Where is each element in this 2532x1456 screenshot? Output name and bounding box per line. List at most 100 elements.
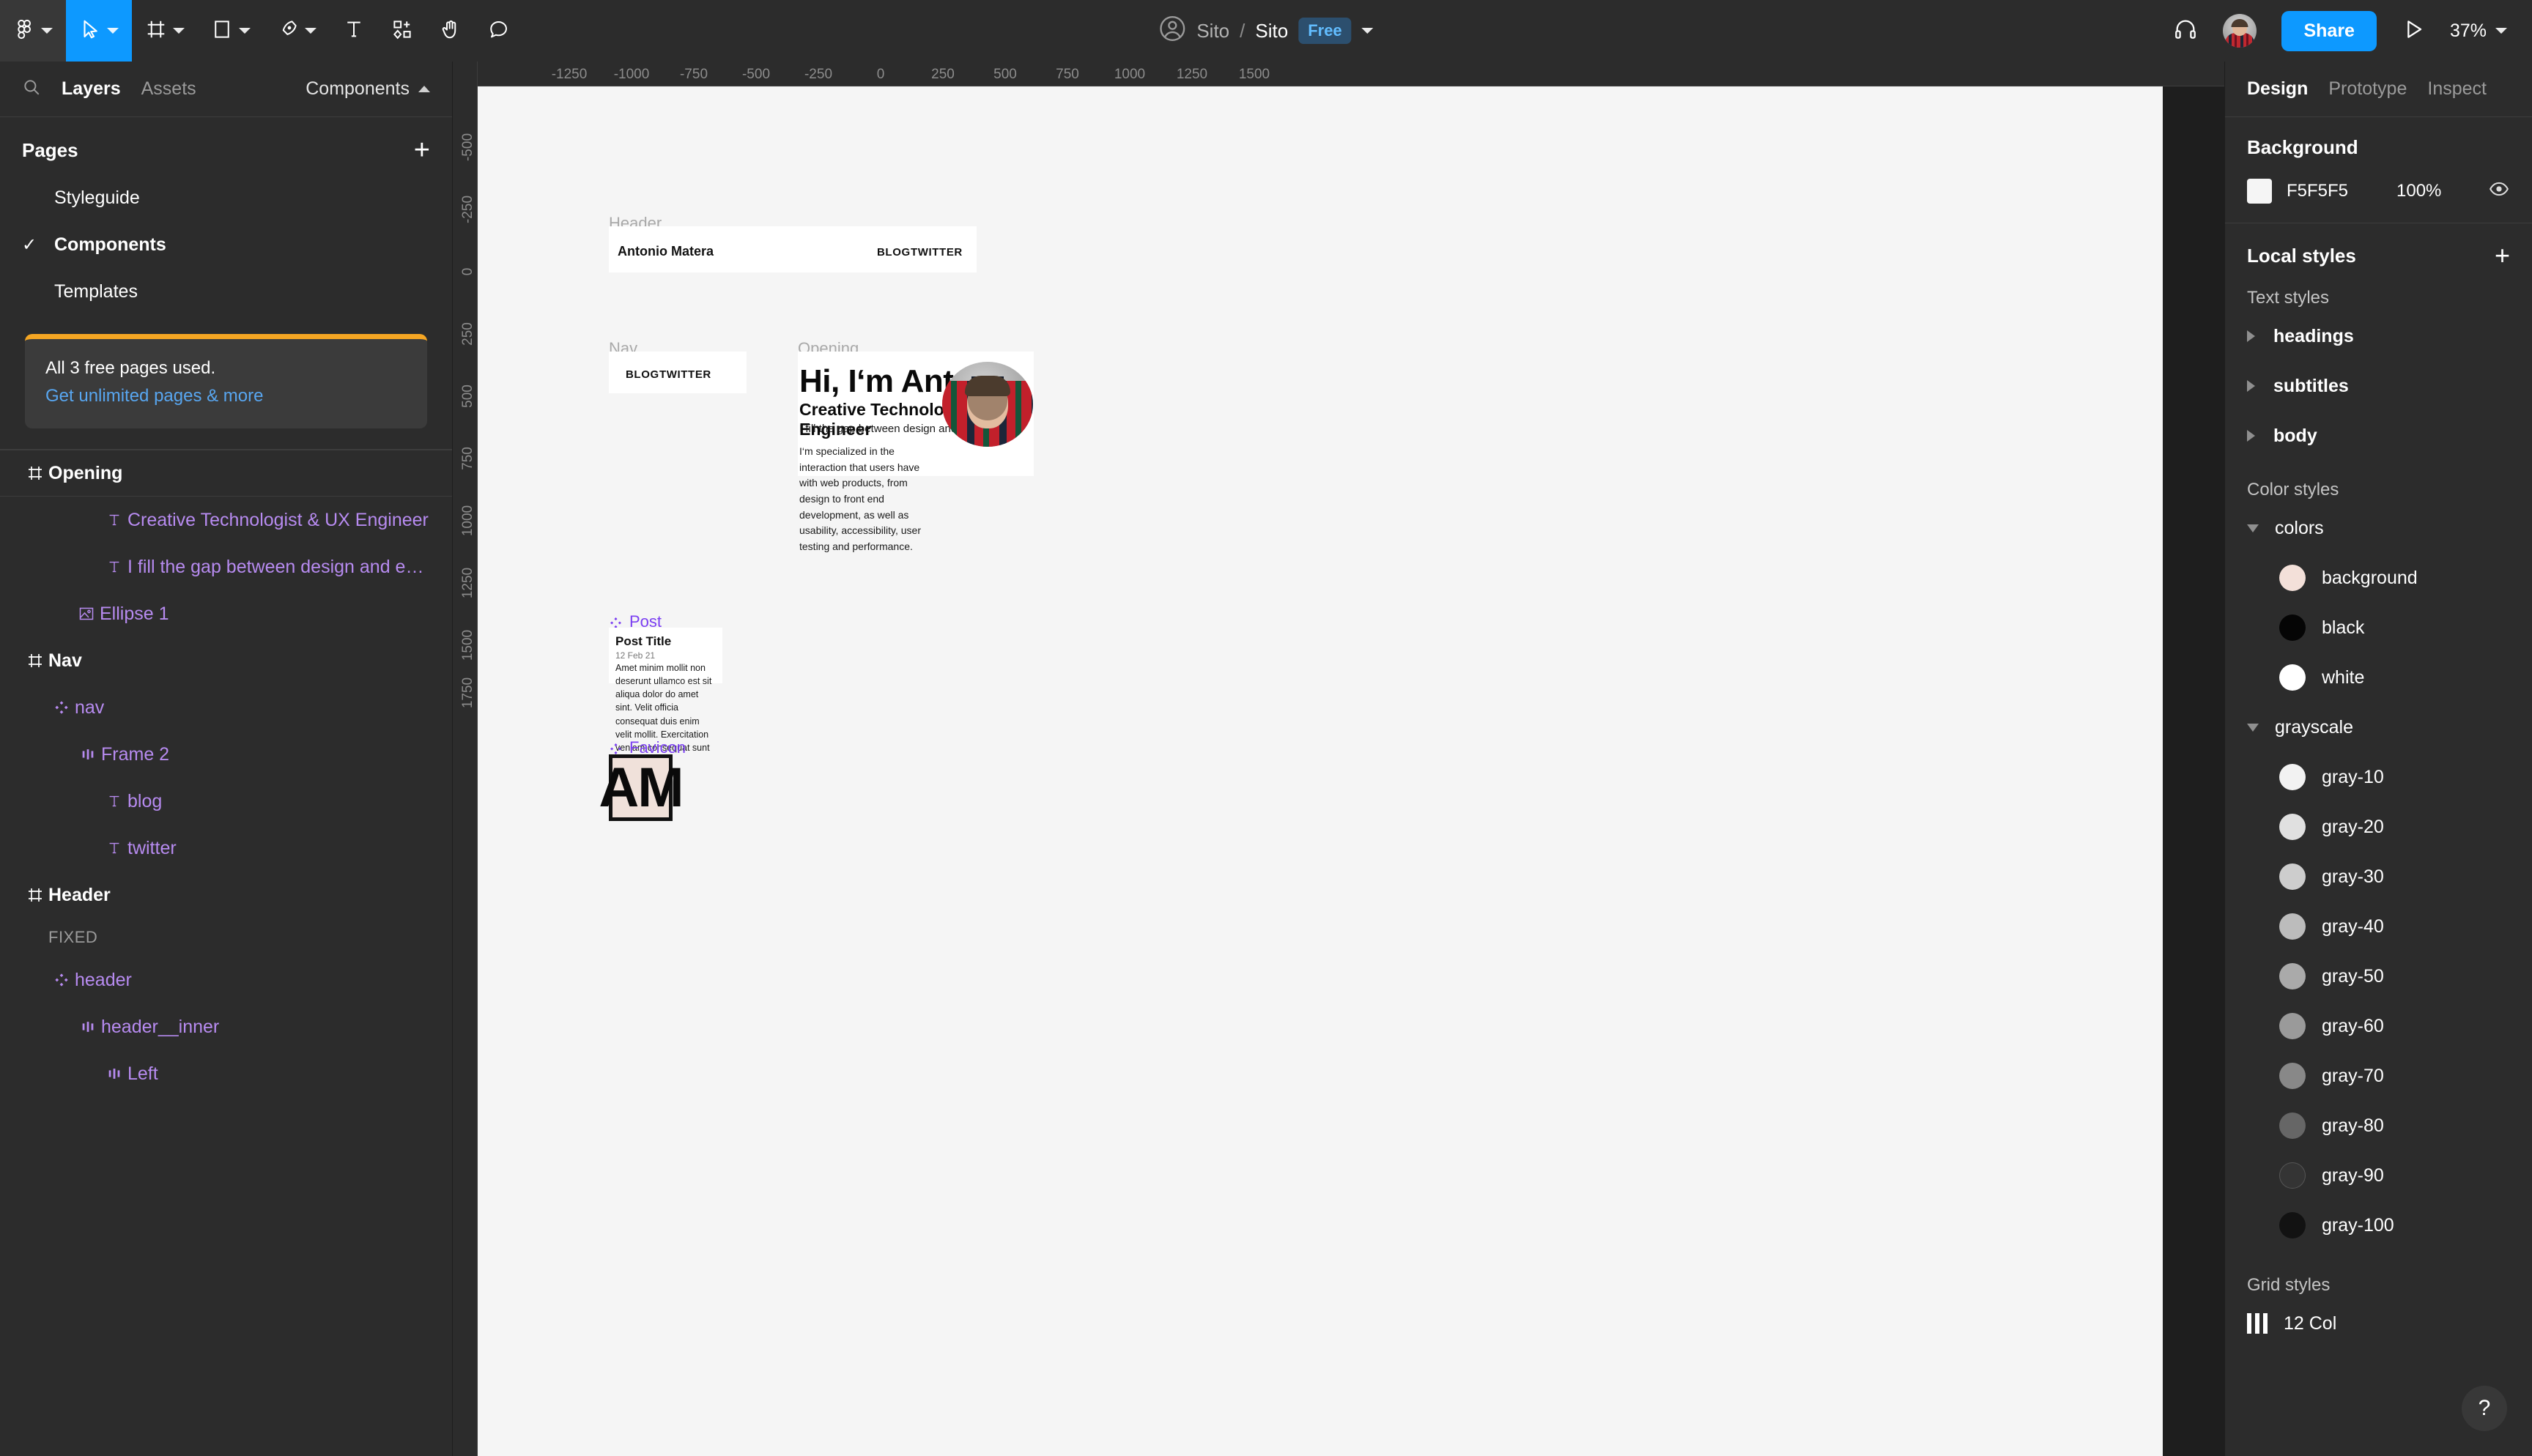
tab-prototype[interactable]: Prototype: [2328, 78, 2407, 100]
chevron-down-icon: [2495, 28, 2507, 34]
color-style-row-black[interactable]: black: [2225, 603, 2532, 653]
search-icon[interactable]: [22, 78, 41, 100]
tab-design[interactable]: Design: [2247, 78, 2308, 100]
color-group-row-grayscale[interactable]: grayscale: [2225, 702, 2532, 752]
layer-row[interactable]: I fill the gap between design and e…: [0, 543, 452, 590]
chevron-down-icon[interactable]: [2247, 524, 2259, 532]
artboard-favicon[interactable]: AM: [599, 754, 684, 821]
tab-assets[interactable]: Assets: [141, 78, 196, 100]
background-opacity-value[interactable]: 100%: [2396, 181, 2441, 201]
chevron-right-icon[interactable]: [2247, 430, 2257, 442]
tab-layers[interactable]: Layers: [62, 78, 121, 100]
color-style-row-gray-90[interactable]: gray-90: [2225, 1151, 2532, 1200]
nav-link-blog[interactable]: BLOG: [626, 368, 659, 381]
add-page-button[interactable]: +: [414, 136, 430, 164]
artboard-header[interactable]: Antonio Matera BLOG TWITTER: [609, 226, 977, 272]
layers-tree[interactable]: Opening Creative Technologist & UX Engin…: [0, 450, 452, 1456]
page-label: Templates: [54, 281, 138, 302]
zoom-control[interactable]: 37%: [2450, 21, 2507, 42]
layer-row[interactable]: Frame 2: [0, 731, 452, 778]
breadcrumb-team[interactable]: Sito: [1196, 20, 1229, 42]
color-style-row-gray-100[interactable]: gray-100: [2225, 1200, 2532, 1250]
user-avatar[interactable]: [2223, 14, 2257, 48]
components-dropdown[interactable]: Components: [306, 78, 430, 100]
post-date: 12 Feb 21: [615, 650, 656, 661]
page-item-components[interactable]: ✓ Components: [0, 221, 452, 268]
text-style-row-body[interactable]: body: [2225, 411, 2532, 461]
layer-label: header__inner: [101, 1016, 220, 1037]
present-play-icon[interactable]: [2402, 18, 2425, 45]
upgrade-link[interactable]: Get unlimited pages & more: [45, 386, 407, 406]
color-style-row-gray-50[interactable]: gray-50: [2225, 951, 2532, 1001]
shape-tool-button[interactable]: [198, 0, 264, 62]
chevron-right-icon[interactable]: [2247, 330, 2257, 342]
layer-row[interactable]: Creative Technologist & UX Engineer: [0, 497, 452, 543]
chevron-right-icon[interactable]: [2247, 380, 2257, 392]
layer-row[interactable]: Nav: [0, 637, 452, 684]
color-swatch-background: [2279, 565, 2306, 591]
color-style-row-gray-10[interactable]: gray-10: [2225, 752, 2532, 802]
layer-row[interactable]: blog: [0, 778, 452, 825]
share-button[interactable]: Share: [2281, 10, 2377, 51]
color-style-label: gray-10: [2322, 766, 2384, 787]
color-style-row-gray-30[interactable]: gray-30: [2225, 852, 2532, 902]
move-tool-button[interactable]: [66, 0, 132, 62]
chevron-down-icon[interactable]: [1361, 28, 1374, 34]
nav-link-twitter[interactable]: TWITTER: [659, 368, 711, 381]
vertical-ruler[interactable]: -500 -250 0 250 500 750 1000 1250 1500 1…: [453, 62, 478, 1456]
comment-tool-button[interactable]: [475, 0, 523, 62]
help-button[interactable]: ?: [2462, 1386, 2507, 1431]
color-group-row-colors[interactable]: colors: [2225, 503, 2532, 553]
color-style-row-gray-40[interactable]: gray-40: [2225, 902, 2532, 951]
ruler-tick: 1500: [1238, 67, 1270, 82]
color-style-row-gray-70[interactable]: gray-70: [2225, 1051, 2532, 1101]
background-fill-row[interactable]: F5F5F5 100%: [2247, 178, 2510, 204]
artboard-nav[interactable]: BLOG TWITTER: [609, 352, 747, 393]
layer-row[interactable]: nav: [0, 684, 452, 731]
color-style-row-background[interactable]: background: [2225, 553, 2532, 603]
ruler-tick: 250: [460, 322, 475, 346]
header-link-blog[interactable]: BLOG: [877, 246, 911, 259]
figma-menu-button[interactable]: [0, 0, 66, 62]
canvas-page-background[interactable]: Header Antonio Matera BLOG TWITTER Nav B…: [478, 86, 2163, 1456]
frame-tool-button[interactable]: [132, 0, 198, 62]
page-item-styleguide[interactable]: Styleguide: [0, 174, 452, 221]
pen-tool-button[interactable]: [264, 0, 330, 62]
color-style-row-white[interactable]: white: [2225, 653, 2532, 702]
layer-row[interactable]: Ellipse 1: [0, 590, 452, 637]
color-style-label: background: [2322, 567, 2418, 588]
artboard-opening[interactable]: Hi, I‘m Antonio. Creative Technologist &…: [798, 352, 1034, 552]
breadcrumb-file-name[interactable]: Sito: [1255, 20, 1288, 42]
layer-row[interactable]: header: [0, 957, 452, 1003]
canvas-viewport[interactable]: -1250 -1000 -750 -500 -250 0 250 500 750…: [453, 62, 2224, 1456]
color-style-row-gray-80[interactable]: gray-80: [2225, 1101, 2532, 1151]
color-style-row-gray-60[interactable]: gray-60: [2225, 1001, 2532, 1051]
color-style-row-gray-20[interactable]: gray-20: [2225, 802, 2532, 852]
account-avatar-icon[interactable]: [1158, 15, 1186, 48]
layer-row[interactable]: twitter: [0, 825, 452, 872]
layer-row[interactable]: Header: [0, 872, 452, 918]
header-link-twitter[interactable]: TWITTER: [911, 246, 963, 259]
add-style-button[interactable]: +: [2495, 242, 2510, 269]
text-style-row-headings[interactable]: headings: [2225, 311, 2532, 361]
text-style-row-subtitles[interactable]: subtitles: [2225, 361, 2532, 411]
layer-row[interactable]: Left: [0, 1050, 452, 1097]
visibility-eye-icon[interactable]: [2488, 178, 2510, 204]
grid-style-row-12col[interactable]: 12 Col: [2225, 1299, 2532, 1348]
tab-inspect[interactable]: Inspect: [2427, 78, 2487, 100]
resources-tool-button[interactable]: [378, 0, 426, 62]
layer-row[interactable]: Opening: [0, 450, 452, 497]
artboard-post[interactable]: Post Title 12 Feb 21 Amet minim mollit n…: [609, 628, 722, 766]
background-color-swatch[interactable]: [2247, 178, 2272, 204]
hand-tool-button[interactable]: [426, 0, 475, 62]
page-item-templates[interactable]: Templates: [0, 268, 452, 315]
layer-row[interactable]: header__inner: [0, 1003, 452, 1050]
horizontal-ruler[interactable]: -1250 -1000 -750 -500 -250 0 250 500 750…: [453, 62, 2224, 86]
instance-icon: [48, 699, 75, 716]
plan-badge[interactable]: Free: [1298, 18, 1352, 44]
pages-header: Pages +: [0, 129, 452, 174]
headphones-icon[interactable]: [2173, 17, 2198, 45]
text-tool-button[interactable]: [330, 0, 378, 62]
chevron-down-icon[interactable]: [2247, 723, 2259, 732]
background-hex-value[interactable]: F5F5F5: [2287, 181, 2396, 201]
